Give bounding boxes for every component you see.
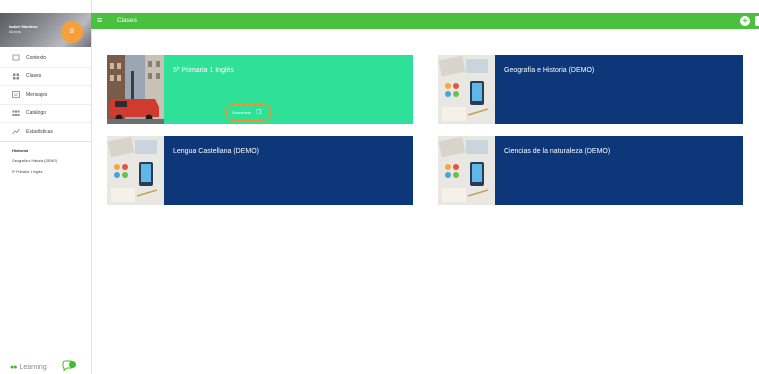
brand-logo: ●● Learning [10, 364, 47, 371]
recent-header: Historial [12, 148, 29, 153]
class-thumbnail-london [107, 55, 164, 124]
grid-icon [11, 73, 20, 80]
sidebar-item-contexto[interactable]: Contexto [0, 49, 91, 68]
class-title[interactable]: 5º Primaria 1 Inglés [173, 67, 234, 74]
sidebar-item-catalogo[interactable]: Catálogo [0, 105, 91, 123]
sidebar-item-label: Catálogo [26, 110, 47, 117]
sidebar-item-mensajes[interactable]: Mensajes [0, 86, 91, 105]
class-thumbnail-desk [107, 136, 164, 205]
message-icon [11, 91, 20, 99]
class-card[interactable]: Geografía e Historia (DEMO) [438, 55, 743, 124]
top-bar: ≡ Clases + [91, 13, 759, 29]
profile-name: Isabel Martínez [9, 24, 38, 29]
recent-item[interactable]: 5º Primaria 1 Inglés [12, 167, 91, 178]
catalog-icon [11, 110, 20, 117]
sidebar-item-clases[interactable]: Clases [0, 68, 91, 86]
subscribe-label: Suscríbete [232, 110, 252, 115]
profile-role: Alumna [9, 30, 21, 34]
class-title[interactable]: Geografía e Historia (DEMO) [504, 67, 594, 74]
sidebar-item-label: Mensajes [26, 91, 48, 98]
class-card-body[interactable]: Geografía e Historia (DEMO) [495, 55, 743, 124]
class-title[interactable]: Lengua Castellana (DEMO) [173, 148, 259, 155]
brand-dots-icon: ●● [10, 364, 18, 371]
class-thumbnail-desk [438, 136, 495, 205]
sidebar-item-estadisticas[interactable]: Estadísticas [0, 123, 91, 142]
page-title: Clases [117, 17, 137, 24]
profile-avatar-button[interactable]: B [61, 21, 83, 43]
sidebar: Isabel Martínez Alumna B Contexto Clases… [0, 0, 92, 374]
recent-classes: Historial Geografía e Historia (DEMO) 5º… [0, 141, 91, 178]
class-card[interactable]: 5º Primaria 1 Inglés ✎ Suscríbete ❐ 🔒︎ [107, 55, 466, 124]
stats-icon [11, 128, 20, 135]
sidebar-menu: Contexto Clases Mensajes Catálogo Estadí… [0, 49, 91, 142]
add-icon[interactable]: + [740, 16, 750, 26]
class-title[interactable]: Ciencias de la naturaleza (DEMO) [504, 148, 610, 155]
recent-item[interactable]: Geografía e Historia (DEMO) [12, 156, 91, 167]
class-card-body[interactable]: Ciencias de la naturaleza (DEMO) [495, 136, 743, 205]
sidebar-item-label: Contexto [26, 54, 47, 61]
chat-icon[interactable] [62, 360, 76, 372]
menu-icon[interactable]: ≡ [97, 15, 102, 25]
bookmark-icon: ❐ [256, 110, 262, 116]
page-icon [11, 54, 20, 61]
class-card[interactable]: Lengua Castellana (DEMO) [107, 136, 413, 205]
overflow-button[interactable] [755, 16, 759, 26]
class-card[interactable]: Ciencias de la naturaleza (DEMO) [438, 136, 743, 205]
class-card-body[interactable]: 5º Primaria 1 Inglés ✎ Suscríbete ❐ 🔒︎ [164, 55, 466, 124]
subscribe-button[interactable]: Suscríbete ❐ [226, 104, 271, 121]
class-card-body[interactable]: Lengua Castellana (DEMO) [164, 136, 413, 205]
brand-name: Learning [19, 364, 47, 371]
sidebar-item-label: Clases [26, 73, 42, 80]
sidebar-item-label: Estadísticas [26, 128, 53, 135]
class-thumbnail-desk [438, 55, 495, 124]
